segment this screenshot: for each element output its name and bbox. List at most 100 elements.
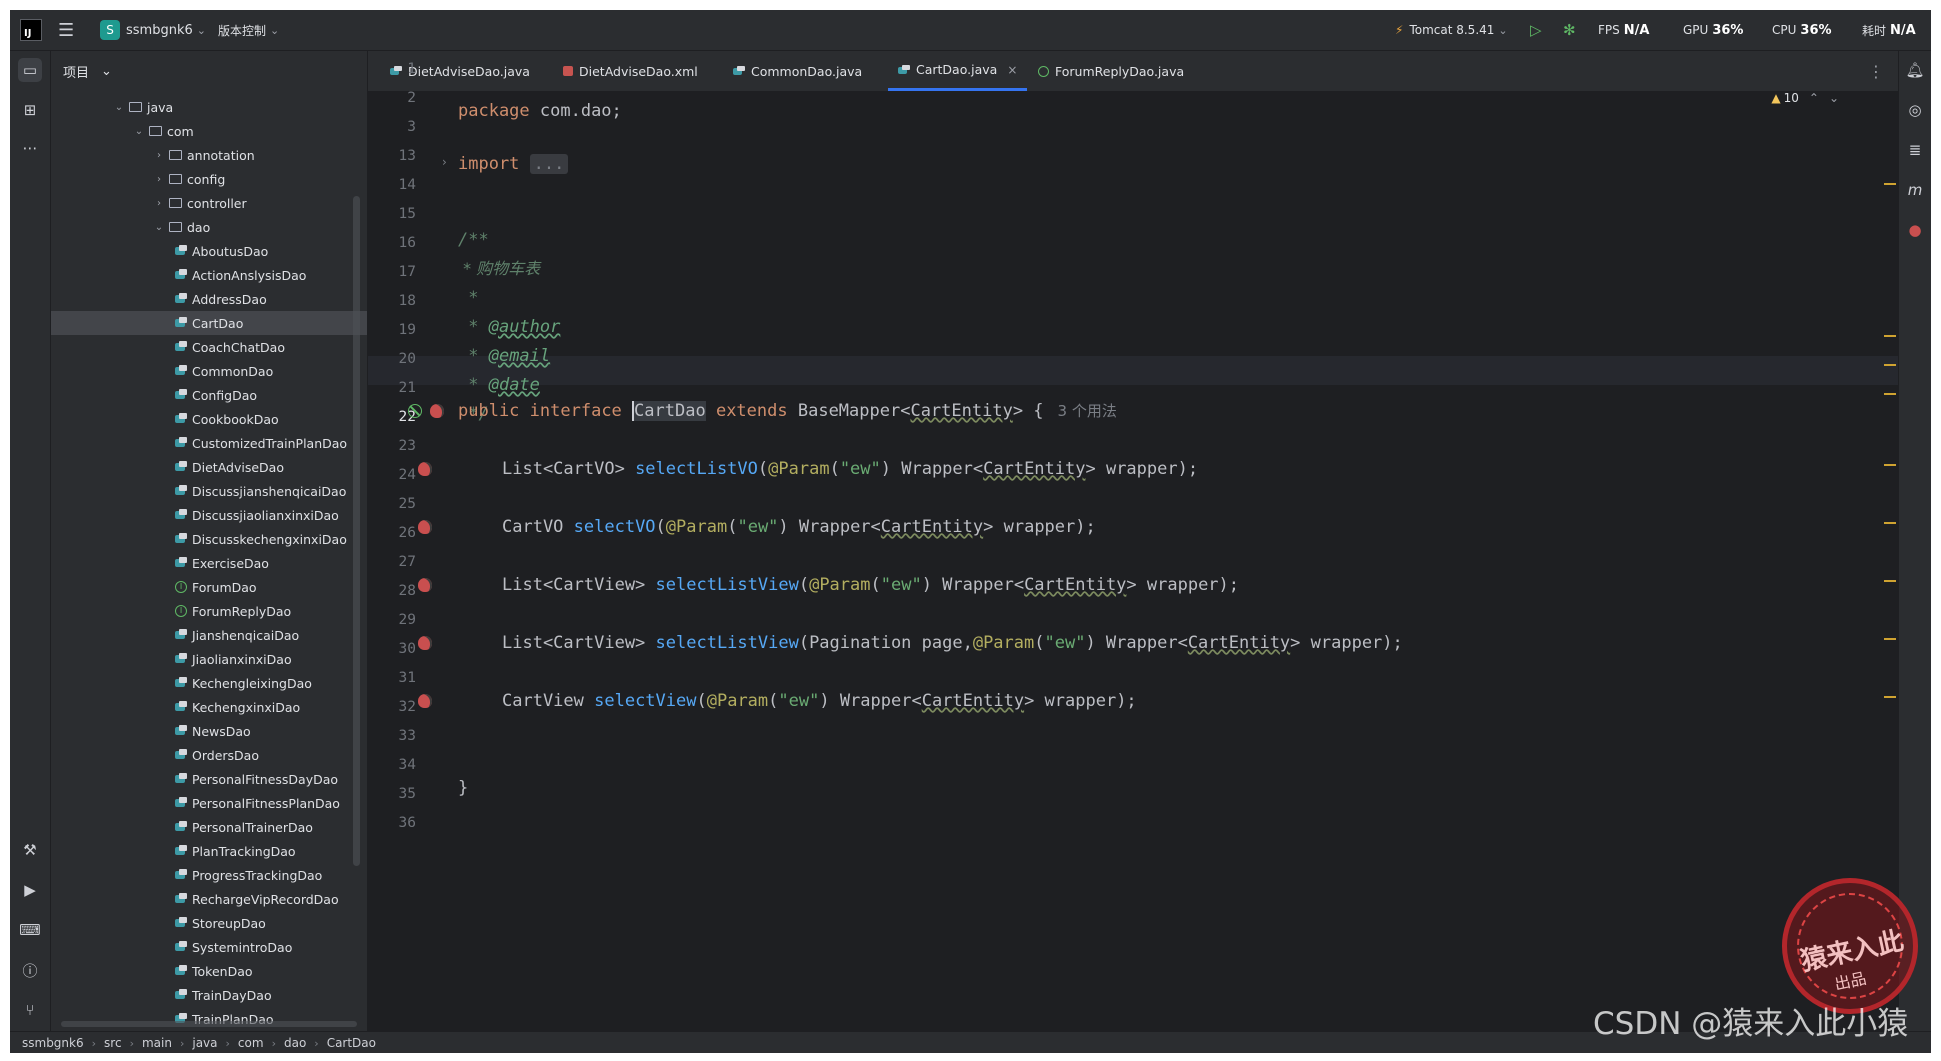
line-number[interactable]: 35 [368, 780, 416, 808]
horizontal-scrollbar[interactable] [61, 1021, 357, 1027]
breadcrumb-item[interactable]: CartDao [327, 1036, 376, 1050]
tree-item-coachchatdao[interactable]: CoachChatDao [51, 335, 367, 359]
line-number[interactable]: 26 [368, 519, 416, 547]
build-icon[interactable]: ⚒ [18, 838, 42, 862]
tree-item-discussjiaolianxinxidao[interactable]: DiscussjiaolianxinxiDao [51, 503, 367, 527]
tree-folder-annotation[interactable]: › annotation [51, 143, 367, 167]
implementations-icon[interactable] [408, 404, 422, 418]
run-config-selector[interactable]: ⚡ Tomcat 8.5.41 ⌄ [1395, 10, 1508, 50]
problems-icon[interactable]: ⓘ [18, 958, 42, 982]
line-number[interactable]: 28 [368, 577, 416, 605]
tab-dietadvisedao-xml[interactable]: DietAdviseDao.xml [563, 51, 698, 91]
close-tab-icon[interactable]: × [1007, 63, 1017, 77]
breadcrumb-item[interactable]: main [142, 1036, 172, 1050]
tree-item-storeupdao[interactable]: StoreupDao [51, 911, 367, 935]
line-number[interactable]: 1 [368, 55, 416, 83]
mybatis-statement-icon[interactable] [418, 462, 432, 476]
tree-item-ordersdao[interactable]: OrdersDao [51, 743, 367, 767]
tab-commondao-java[interactable]: CommonDao.java [733, 51, 862, 91]
chevron-right-icon[interactable]: › [153, 174, 165, 185]
breadcrumb-item[interactable]: dao [284, 1036, 306, 1050]
tree-item-commondao[interactable]: CommonDao [51, 359, 367, 383]
tab-options-icon[interactable]: ⋮ [1868, 51, 1884, 91]
usages-hint[interactable]: 3 个用法 [1058, 402, 1117, 420]
tree-item-customizedtrainplandao[interactable]: CustomizedTrainPlanDao [51, 431, 367, 455]
tree-folder-java[interactable]: ⌄ java [51, 95, 367, 119]
tree-item-cartdao[interactable]: CartDao [51, 311, 367, 335]
error-stripe-mark[interactable] [1884, 393, 1896, 395]
tree-item-forumreplydao[interactable]: I ForumReplyDao [51, 599, 367, 623]
tab-cartdao-java[interactable]: CartDao.java × [888, 51, 1028, 91]
tree-item-rechargeviprecorddao[interactable]: RechargeVipRecordDao [51, 887, 367, 911]
notifications-icon[interactable]: 🔔︎ [1903, 58, 1927, 82]
tree-item-kechengleixingdao[interactable]: KechengleixingDao [51, 671, 367, 695]
line-number[interactable]: 32 [368, 693, 416, 721]
line-number[interactable]: 30 [368, 635, 416, 663]
tree-folder-config[interactable]: › config [51, 167, 367, 191]
git-icon[interactable]: ⑂ [18, 998, 42, 1022]
tree-item-addressdao[interactable]: AddressDao [51, 287, 367, 311]
line-number[interactable]: 23 [368, 432, 416, 460]
more-icon[interactable]: ⋯ [18, 136, 42, 160]
line-number[interactable]: 16 [368, 229, 416, 257]
error-stripe-mark[interactable] [1884, 335, 1896, 337]
database-icon[interactable]: ≣ [1903, 138, 1927, 162]
line-number[interactable]: 18 [368, 287, 416, 315]
line-number[interactable]: 20 [368, 345, 416, 373]
line-number[interactable]: 29 [368, 606, 416, 634]
error-stripe-mark[interactable] [1884, 464, 1896, 466]
breadcrumb-item[interactable]: java [192, 1036, 217, 1050]
tree-item-traindaydao[interactable]: TrainDayDao [51, 983, 367, 1007]
tree-item-systemintrodao[interactable]: SystemintroDao [51, 935, 367, 959]
project-selector[interactable]: S ssmbgnk6 ⌄ [100, 10, 206, 50]
debug-icon[interactable]: ✻ [1563, 10, 1576, 50]
error-stripe-mark[interactable] [1884, 638, 1896, 640]
previous-highlight-icon[interactable]: ⌃ [1809, 91, 1819, 105]
line-number[interactable]: 13 [368, 142, 416, 170]
code-area[interactable]: package com.dao; import ... /** * 购物车表 *… [458, 91, 1858, 1031]
run-icon[interactable]: ▷ [1530, 10, 1542, 50]
tree-item-kechengxinxidao[interactable]: KechengxinxiDao [51, 695, 367, 719]
tree-item-configdao[interactable]: ConfigDao [51, 383, 367, 407]
mybatis-statement-icon[interactable] [418, 520, 432, 534]
tree-item-dietadvisedao[interactable]: DietAdviseDao [51, 455, 367, 479]
chevron-down-icon[interactable]: ⌄ [113, 102, 125, 113]
mybatis-statement-icon[interactable] [418, 636, 432, 650]
maven-icon[interactable]: m [1903, 178, 1927, 202]
line-number[interactable]: 17 [368, 258, 416, 286]
line-number[interactable]: 15 [368, 200, 416, 228]
line-number[interactable]: 3 [368, 113, 416, 141]
main-menu-icon[interactable]: ☰ [58, 10, 74, 50]
import-fold[interactable]: ... [529, 154, 569, 174]
tree-item-exercisedao[interactable]: ExerciseDao [51, 551, 367, 575]
next-highlight-icon[interactable]: ⌄ [1829, 91, 1839, 105]
tree-item-actionanslysisdao[interactable]: ActionAnslysisDao [51, 263, 367, 287]
tree-item-cookbookdao[interactable]: CookbookDao [51, 407, 367, 431]
vertical-scrollbar[interactable] [353, 196, 360, 866]
tree-item-tokendao[interactable]: TokenDao [51, 959, 367, 983]
line-number[interactable]: 24 [368, 461, 416, 489]
line-number[interactable]: 21 [368, 374, 416, 402]
breadcrumb-item[interactable]: com [238, 1036, 264, 1050]
line-number[interactable]: 2 [368, 84, 416, 112]
breadcrumb-item[interactable]: ssmbgnk6 [22, 1036, 84, 1050]
tree-folder-controller[interactable]: › controller [51, 191, 367, 215]
mybatis-icon[interactable]: ● [1903, 218, 1927, 242]
tree-item-plantrackingdao[interactable]: PlanTrackingDao [51, 839, 367, 863]
chevron-right-icon[interactable]: › [153, 150, 165, 161]
line-number[interactable]: 19 [368, 316, 416, 344]
error-stripe-mark[interactable] [1884, 580, 1896, 582]
tree-item-aboutusdao[interactable]: AboutusDao [51, 239, 367, 263]
inspection-widget[interactable]: ▲ 10 ⌃ ⌄ [1771, 91, 1839, 105]
tree-item-personaltrainerdao[interactable]: PersonalTrainerDao [51, 815, 367, 839]
line-number[interactable]: 31 [368, 664, 416, 692]
line-number[interactable]: 25 [368, 490, 416, 518]
tree-item-personalfitnessdaydao[interactable]: PersonalFitnessDayDao [51, 767, 367, 791]
line-number[interactable]: 14 [368, 171, 416, 199]
folder-icon[interactable]: ▭ [18, 58, 42, 82]
error-stripe-mark[interactable] [1884, 522, 1896, 524]
tree-item-jianshenqicaidao[interactable]: JianshenqicaiDao [51, 623, 367, 647]
tree-item-newsdao[interactable]: NewsDao [51, 719, 367, 743]
line-number[interactable]: 34 [368, 751, 416, 779]
tree-item-discussjianshenqicaidao[interactable]: DiscussjianshenqicaiDao [51, 479, 367, 503]
